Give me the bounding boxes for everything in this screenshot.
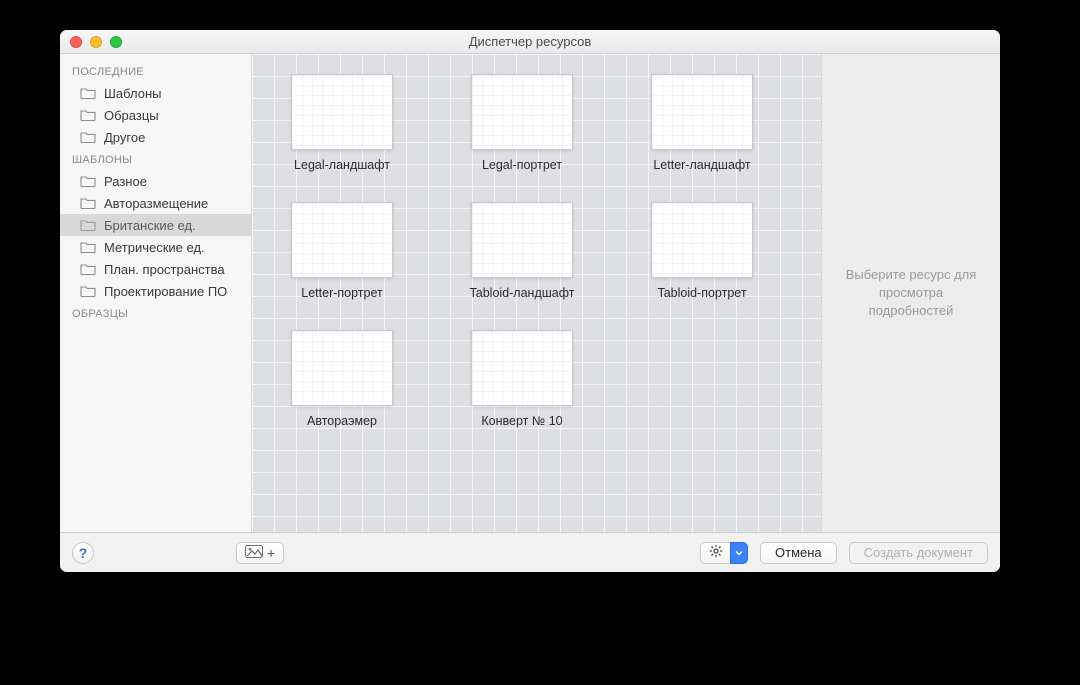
help-icon: ? — [79, 545, 88, 561]
button-label: Отмена — [775, 545, 822, 560]
template-label: Letter-ландшафт — [653, 158, 750, 172]
folder-icon — [80, 285, 96, 297]
page-thumbnail-icon — [291, 330, 393, 406]
template-label: Letter-портрет — [301, 286, 382, 300]
sidebar-item-software-design[interactable]: Проектирование ПО — [60, 280, 251, 302]
help-button[interactable]: ? — [72, 542, 94, 564]
resource-manager-window: Диспетчер ресурсов ПОСЛЕДНИЕ Шаблоны Обр… — [60, 30, 1000, 572]
sidebar-item-imperial[interactable]: Британские ед. — [60, 214, 251, 236]
template-item[interactable]: Tabloid-ландшафт — [462, 202, 582, 300]
page-thumbnail-icon — [291, 74, 393, 150]
sidebar-item-label: Проектирование ПО — [104, 284, 227, 299]
gear-icon — [709, 544, 723, 561]
sidebar-item-autolayout[interactable]: Авторазмещение — [60, 192, 251, 214]
template-item[interactable]: Автораэмер — [282, 330, 402, 428]
sidebar-item-label: Образцы — [104, 108, 159, 123]
sidebar-item-templates[interactable]: Шаблоны — [60, 82, 251, 104]
plus-icon: + — [267, 545, 275, 561]
template-label: Tabloid-портрет — [657, 286, 746, 300]
sidebar-item-samples[interactable]: Образцы — [60, 104, 251, 126]
import-button[interactable]: + — [236, 542, 284, 564]
sidebar-heading-templates: ШАБЛОНЫ — [60, 148, 251, 170]
button-label: Создать документ — [864, 545, 973, 560]
template-item[interactable]: Legal-ландшафт — [282, 74, 402, 172]
sidebar-item-label: План. пространства — [104, 262, 225, 277]
folder-icon — [80, 197, 96, 209]
folder-icon — [80, 263, 96, 275]
folder-icon — [80, 87, 96, 99]
titlebar: Диспетчер ресурсов — [60, 30, 1000, 54]
page-thumbnail-icon — [471, 202, 573, 278]
footer: ? + Отмена Создать документ — [60, 532, 1000, 572]
template-item[interactable]: Letter-портрет — [282, 202, 402, 300]
page-thumbnail-icon — [471, 74, 573, 150]
page-thumbnail-icon — [651, 74, 753, 150]
template-item[interactable]: Tabloid-портрет — [642, 202, 762, 300]
sidebar-item-label: Шаблоны — [104, 86, 162, 101]
action-menu-dropdown[interactable] — [730, 542, 748, 564]
folder-icon — [80, 175, 96, 187]
window-body: ПОСЛЕДНИЕ Шаблоны Образцы Другое ШАБЛОНЫ… — [60, 54, 1000, 532]
page-thumbnail-icon — [651, 202, 753, 278]
page-thumbnail-icon — [471, 330, 573, 406]
details-placeholder: Выберите ресурс для просмотра подробност… — [836, 266, 986, 321]
template-label: Конверт № 10 — [481, 414, 562, 428]
window-title: Диспетчер ресурсов — [60, 34, 1000, 49]
sidebar-item-label: Метрические ед. — [104, 240, 205, 255]
template-label: Legal-портрет — [482, 158, 562, 172]
sidebar-item-label: Авторазмещение — [104, 196, 208, 211]
folder-icon — [80, 131, 96, 143]
template-item[interactable]: Legal-портрет — [462, 74, 582, 172]
sidebar-item-other[interactable]: Другое — [60, 126, 251, 148]
chevron-down-icon — [735, 545, 743, 560]
create-document-button: Создать документ — [849, 542, 988, 564]
page-thumbnail-icon — [291, 202, 393, 278]
template-label: Legal-ландшафт — [294, 158, 390, 172]
sidebar-item-label: Разное — [104, 174, 147, 189]
import-icon — [245, 545, 263, 561]
sidebar-item-misc[interactable]: Разное — [60, 170, 251, 192]
template-grid: Legal-ландшафт Legal-портрет Letter-ланд… — [252, 54, 822, 532]
template-item[interactable]: Конверт № 10 — [462, 330, 582, 428]
gear-button[interactable] — [700, 542, 730, 564]
cancel-button[interactable]: Отмена — [760, 542, 837, 564]
action-menu — [700, 542, 748, 564]
details-pane: Выберите ресурс для просмотра подробност… — [822, 54, 1000, 532]
sidebar-item-metric[interactable]: Метрические ед. — [60, 236, 251, 258]
folder-icon — [80, 241, 96, 253]
folder-icon — [80, 219, 96, 231]
sidebar-item-label: Другое — [104, 130, 145, 145]
sidebar-item-label: Британские ед. — [104, 218, 196, 233]
sidebar-heading-recent: ПОСЛЕДНИЕ — [60, 60, 251, 82]
folder-icon — [80, 109, 96, 121]
sidebar: ПОСЛЕДНИЕ Шаблоны Образцы Другое ШАБЛОНЫ… — [60, 54, 252, 532]
template-label: Tabloid-ландшафт — [470, 286, 575, 300]
sidebar-item-space-planning[interactable]: План. пространства — [60, 258, 251, 280]
sidebar-heading-samples: ОБРАЗЦЫ — [60, 302, 251, 324]
template-label: Автораэмер — [307, 414, 377, 428]
template-item[interactable]: Letter-ландшафт — [642, 74, 762, 172]
